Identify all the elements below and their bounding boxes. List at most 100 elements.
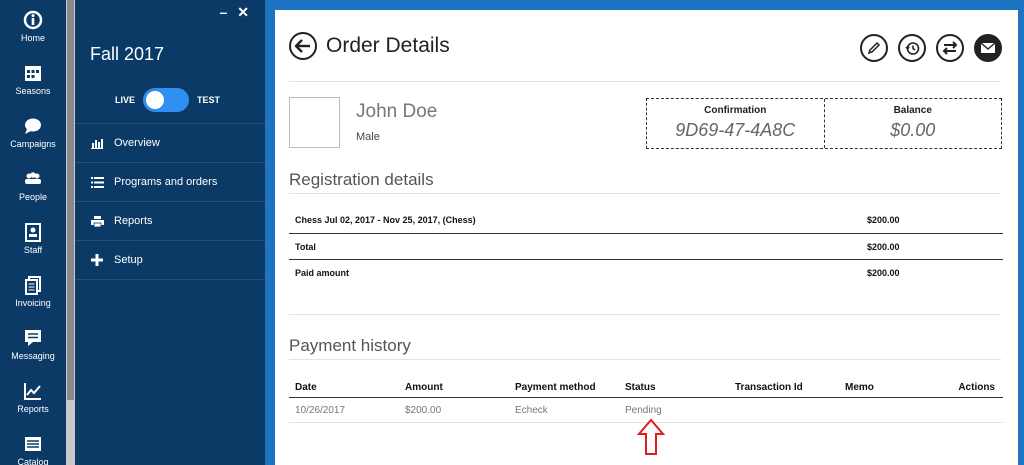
person-name[interactable]: John Doe <box>356 101 437 123</box>
nav-item-label: Reports <box>114 215 153 227</box>
rail-invoicing[interactable]: Invoicing <box>0 275 66 308</box>
rail-catalog[interactable]: Catalog <box>0 434 66 465</box>
toggle-knob <box>146 91 165 109</box>
col-payment-method[interactable]: Payment method <box>515 382 625 393</box>
icon-rail: Home Seasons Campaigns People Staff Invo… <box>0 0 66 465</box>
col-transaction-id[interactable]: Transaction Id <box>735 382 845 393</box>
payment-method: Echeck <box>515 404 548 416</box>
confirmation-label: Confirmation <box>704 105 767 116</box>
payment-history-table: Date Amount Payment method Status Transa… <box>289 378 1003 423</box>
printer-icon <box>90 215 104 227</box>
nav-item-label: Programs and orders <box>114 176 218 188</box>
registration-amount: $200.00 <box>867 267 900 278</box>
email-envelope-icon[interactable] <box>974 34 1002 62</box>
payment-date: 10/26/2017 <box>295 404 346 416</box>
divider <box>289 193 1001 194</box>
confirmation-cell: Confirmation 9D69-47-4A8C <box>647 99 824 148</box>
divider <box>289 314 1001 315</box>
col-memo[interactable]: Memo <box>845 382 955 393</box>
message-icon <box>25 330 41 346</box>
rail-campaigns-label: Campaigns <box>10 139 56 149</box>
back-arrow-icon[interactable] <box>289 32 317 60</box>
order-actions <box>860 34 1002 62</box>
documents-icon <box>25 276 41 295</box>
rail-messaging-label: Messaging <box>11 351 55 361</box>
history-icon[interactable] <box>898 34 926 62</box>
order-details-panel: Order Details John Doe Male Confirmation… <box>275 10 1018 465</box>
nav-item-setup[interactable]: Setup <box>75 241 265 280</box>
rail-people-label: People <box>18 192 48 202</box>
registration-row: Chess Jul 02, 2017 - Nov 25, 2017, (Ches… <box>289 207 1003 233</box>
nav-item-overview[interactable]: Overview <box>75 124 265 163</box>
col-actions: Actions <box>958 382 995 393</box>
order-summary-box: Confirmation 9D69-47-4A8C Balance $0.00 <box>646 98 1002 149</box>
payment-table-header: Date Amount Payment method Status Transa… <box>289 378 1003 398</box>
rail-seasons-label: Seasons <box>15 86 51 96</box>
avatar <box>289 97 340 148</box>
rail-reports-label: Reports <box>17 404 49 414</box>
staff-badge-icon <box>25 223 41 242</box>
rail-scrollbar-thumb[interactable] <box>67 0 74 400</box>
season-nav: –✕ Fall 2017 LIVE TEST Overview Programs… <box>75 0 265 465</box>
registration-amount: $200.00 <box>867 241 900 252</box>
person-gender: Male <box>356 131 380 143</box>
nav-list: Overview Programs and orders Reports Set… <box>75 123 265 280</box>
bar-chart-icon <box>90 137 104 149</box>
registration-row-paid: Paid amount $200.00 <box>289 259 1003 285</box>
people-icon <box>25 172 41 184</box>
live-test-toggle[interactable] <box>143 88 190 112</box>
info-circle-icon <box>23 10 43 30</box>
plus-icon <box>90 254 104 266</box>
edit-pencil-icon[interactable] <box>860 34 888 62</box>
annotation-up-arrow-icon <box>637 418 665 455</box>
divider <box>289 81 1001 82</box>
minimize-button[interactable]: – <box>219 4 237 20</box>
close-button[interactable]: ✕ <box>237 4 259 20</box>
balance-cell: Balance $0.00 <box>823 99 1002 148</box>
rail-campaigns[interactable]: Campaigns <box>0 116 66 149</box>
transfer-arrows-icon[interactable] <box>936 34 964 62</box>
registration-table: Chess Jul 02, 2017 - Nov 25, 2017, (Ches… <box>289 207 1003 285</box>
balance-value: $0.00 <box>890 120 936 140</box>
title-row: Order Details <box>289 32 450 60</box>
payment-history-title: Payment history <box>289 336 411 355</box>
balance-label: Balance <box>893 105 932 116</box>
registration-row-total: Total $200.00 <box>289 233 1003 259</box>
chat-bubble-icon <box>25 118 41 134</box>
nav-item-programs-and-orders[interactable]: Programs and orders <box>75 163 265 202</box>
col-status[interactable]: Status <box>625 382 735 393</box>
nav-item-label: Setup <box>114 254 143 266</box>
season-title: Fall 2017 <box>90 44 165 64</box>
registration-desc: Total <box>295 241 316 252</box>
rail-scrollbar[interactable] <box>66 0 75 465</box>
confirmation-value: 9D69-47-4A8C <box>675 120 796 140</box>
rail-reports[interactable]: Reports <box>0 381 66 414</box>
nav-item-reports[interactable]: Reports <box>75 202 265 241</box>
rail-seasons[interactable]: Seasons <box>0 63 66 96</box>
rail-staff[interactable]: Staff <box>0 222 66 255</box>
page-title: Order Details <box>326 34 450 57</box>
toggle-live-label: LIVE <box>115 95 136 105</box>
payment-status: Pending <box>625 404 662 416</box>
rail-home-label: Home <box>20 33 45 43</box>
registration-section-title: Registration details <box>289 170 434 189</box>
registration-amount: $200.00 <box>867 215 900 225</box>
calendar-icon <box>25 66 41 81</box>
payment-amount: $200.00 <box>405 404 442 416</box>
registration-desc: Chess Jul 02, 2017 - Nov 25, 2017, (Ches… <box>295 215 476 225</box>
col-date[interactable]: Date <box>295 382 405 393</box>
rail-catalog-label: Catalog <box>17 457 49 465</box>
rail-people[interactable]: People <box>0 169 66 202</box>
toggle-test-label: TEST <box>197 95 221 105</box>
rail-messaging[interactable]: Messaging <box>0 328 66 361</box>
nav-item-label: Overview <box>114 137 160 149</box>
live-test-toggle-row: LIVE TEST <box>115 88 220 112</box>
rail-home[interactable]: Home <box>0 10 66 43</box>
rail-staff-label: Staff <box>23 245 43 255</box>
list-icon <box>90 176 104 188</box>
catalog-icon <box>25 437 41 451</box>
line-chart-icon <box>24 383 41 400</box>
rail-invoicing-label: Invoicing <box>15 298 51 308</box>
registration-desc: Paid amount <box>295 267 350 278</box>
col-amount[interactable]: Amount <box>405 382 515 393</box>
